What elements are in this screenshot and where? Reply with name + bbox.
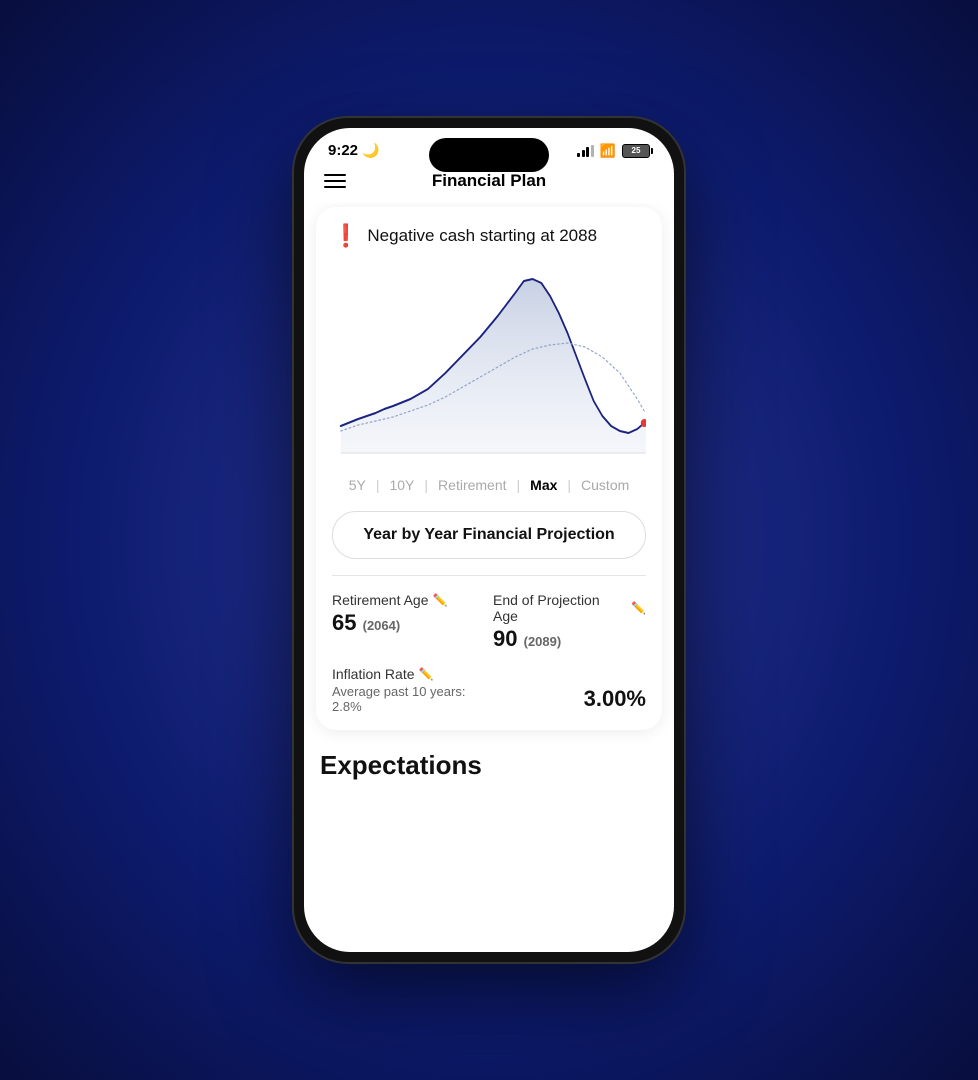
status-bar: 9:22 🌙 📶 25 [304, 128, 674, 167]
alert-icon: ❗ [332, 225, 359, 247]
time-display: 9:22 [328, 142, 358, 159]
projection-details: Retirement Age ✏️ 65 (2064) End of Proje… [332, 592, 646, 714]
expectations-title: Expectations [320, 750, 658, 781]
retirement-age-value: 65 (2064) [332, 610, 485, 636]
chart-svg [332, 261, 646, 461]
inflation-rate-value: 3.00% [493, 666, 646, 714]
scroll-content[interactable]: ❗ Negative cash starting at 2088 [304, 203, 674, 952]
retirement-age-edit-icon[interactable]: ✏️ [433, 593, 448, 607]
section-divider [332, 575, 646, 576]
nav-bar: Financial Plan [304, 167, 674, 203]
dynamic-island [429, 138, 549, 172]
alert-text: Negative cash starting at 2088 [367, 226, 597, 246]
page-title: Financial Plan [432, 171, 546, 191]
battery-level: 25 [632, 146, 641, 155]
time-option-5y[interactable]: 5Y [341, 473, 374, 497]
inflation-rate-sub: Average past 10 years: 2.8% [332, 684, 485, 714]
phone-screen: 9:22 🌙 📶 25 [304, 128, 674, 952]
phone-frame: 9:22 🌙 📶 25 [294, 118, 684, 962]
end-projection-edit-icon[interactable]: ✏️ [631, 601, 646, 615]
time-range-selector: 5Y | 10Y | Retirement | Max | Custom [332, 473, 646, 497]
chart-fill-area [341, 279, 646, 453]
menu-button[interactable] [324, 174, 346, 188]
time-option-max[interactable]: Max [522, 473, 565, 497]
moon-icon: 🌙 [362, 142, 379, 159]
end-projection-age-value: 90 (2089) [493, 626, 646, 652]
inflation-rate-label: Inflation Rate ✏️ [332, 666, 485, 682]
status-icons: 📶 25 [577, 143, 650, 159]
status-time: 9:22 🌙 [328, 142, 379, 159]
year-by-year-button[interactable]: Year by Year Financial Projection [332, 511, 646, 559]
signal-icon [577, 145, 594, 157]
retirement-age-item: Retirement Age ✏️ 65 (2064) [332, 592, 485, 652]
expectations-section: Expectations [304, 730, 674, 791]
main-card: ❗ Negative cash starting at 2088 [316, 207, 662, 730]
inflation-edit-icon[interactable]: ✏️ [419, 667, 434, 681]
alert-banner: ❗ Negative cash starting at 2088 [332, 225, 646, 247]
time-option-custom[interactable]: Custom [573, 473, 637, 497]
time-option-10y[interactable]: 10Y [381, 473, 422, 497]
battery-icon: 25 [622, 144, 650, 158]
end-projection-age-item: End of Projection Age ✏️ 90 (2089) [493, 592, 646, 652]
end-projection-age-label: End of Projection Age ✏️ [493, 592, 646, 624]
time-option-retirement[interactable]: Retirement [430, 473, 514, 497]
financial-chart[interactable] [332, 261, 646, 461]
retirement-age-label: Retirement Age ✏️ [332, 592, 485, 608]
inflation-rate-item: Inflation Rate ✏️ Average past 10 years:… [332, 666, 485, 714]
wifi-icon: 📶 [600, 143, 616, 159]
